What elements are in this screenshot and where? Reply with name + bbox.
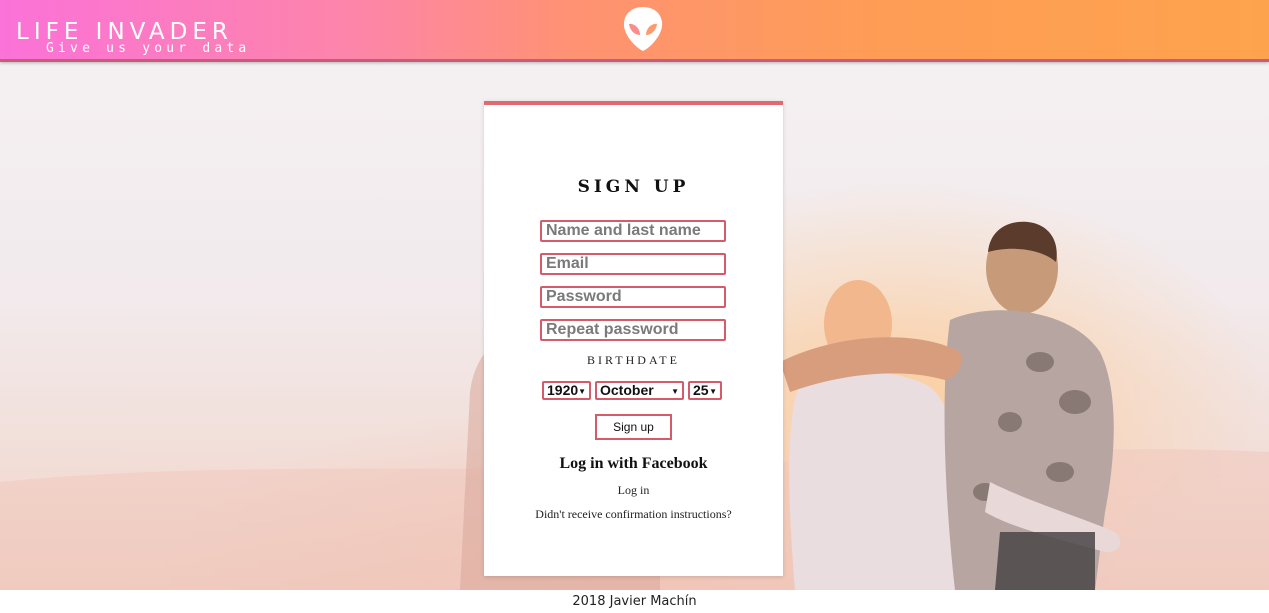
birth-month-value: October <box>600 382 654 398</box>
chevron-down-icon: ▼ <box>578 387 586 396</box>
signup-title: SIGN UP <box>577 177 690 197</box>
signup-button[interactable]: Sign up <box>595 414 672 440</box>
top-header: LIFE INVADER Give us your data <box>0 0 1269 62</box>
login-link[interactable]: Log in <box>484 483 783 498</box>
facebook-login-link[interactable]: Log in with Facebook <box>484 455 783 473</box>
signup-card: SIGN UP BIRTHDATE 1920 ▼ October ▼ 25 ▼ … <box>484 101 783 576</box>
name-field[interactable] <box>540 220 726 242</box>
chevron-down-icon: ▼ <box>709 387 717 396</box>
alien-head-icon[interactable] <box>622 5 664 53</box>
birth-day-value: 25 <box>693 382 709 398</box>
birth-day-select[interactable]: 25 ▼ <box>688 381 722 400</box>
birth-year-select[interactable]: 1920 ▼ <box>542 381 591 400</box>
chevron-down-icon: ▼ <box>671 387 679 396</box>
brand-tagline: Give us your data <box>46 41 251 56</box>
repeat-password-field[interactable] <box>540 319 726 341</box>
footer: 2018 Javier Machín <box>0 590 1269 613</box>
password-field[interactable] <box>540 286 726 308</box>
email-field[interactable] <box>540 253 726 275</box>
footer-text: 2018 Javier Machín <box>572 594 697 609</box>
birth-year-value: 1920 <box>547 382 579 398</box>
birthdate-label: BIRTHDATE <box>587 353 680 367</box>
birth-month-select[interactable]: October ▼ <box>595 381 684 400</box>
confirmation-instructions-link[interactable]: Didn't receive confirmation instructions… <box>484 507 783 522</box>
